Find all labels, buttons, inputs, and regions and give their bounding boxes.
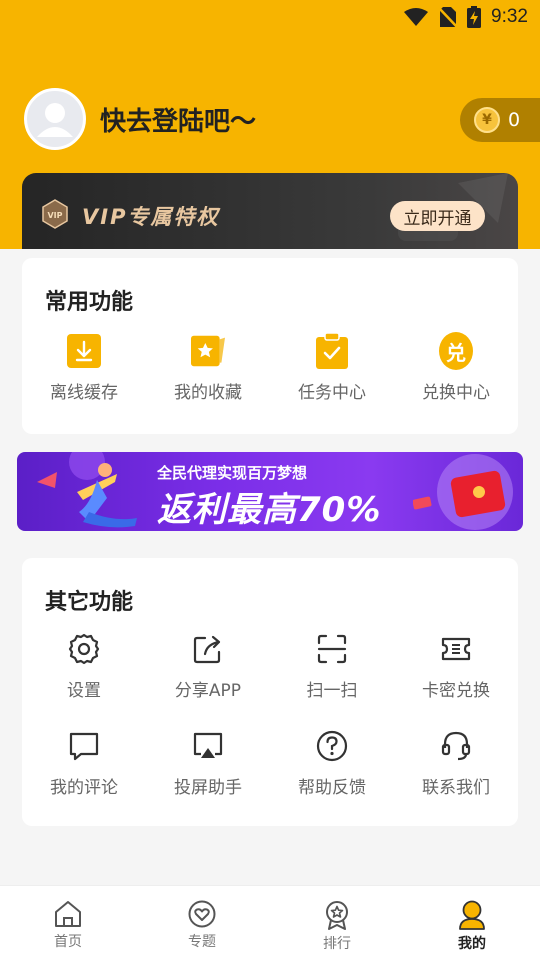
common-functions-card: 常用功能 离线缓存 我的收藏 任务中心 兑 兑换中心	[22, 258, 518, 434]
red-envelope-illustration	[413, 454, 513, 530]
settings-button[interactable]: 设置	[22, 632, 146, 701]
heart-chat-icon	[188, 900, 216, 928]
avatar[interactable]	[24, 88, 86, 150]
star-bookmark-icon	[191, 335, 225, 367]
scan-button[interactable]: 扫一扫	[270, 632, 394, 701]
promo-subtitle: 全民代理实现百万梦想	[157, 464, 308, 482]
home-icon	[55, 901, 81, 927]
status-bar: 9:32	[0, 0, 540, 36]
nav-ranking-label: 排行	[323, 936, 351, 952]
nav-ranking[interactable]: 排行	[297, 900, 377, 953]
screen-cast-button[interactable]: 投屏助手	[146, 729, 270, 798]
download-icon	[67, 334, 101, 368]
promo-figure-illustration	[37, 452, 137, 528]
coin-count: 0	[508, 109, 521, 131]
screen-cast-label: 投屏助手	[174, 778, 242, 798]
user-icon	[459, 900, 485, 930]
promo-banner[interactable]: 全民代理实现百万梦想 返利最高70%	[17, 452, 523, 531]
offline-cache-label: 离线缓存	[50, 383, 118, 403]
my-comments-button[interactable]: 我的评论	[22, 729, 146, 798]
coin-balance[interactable]: ¥ 0	[460, 98, 540, 142]
award-icon	[326, 901, 348, 930]
contact-us-button[interactable]: 联系我们	[394, 729, 518, 798]
battery-charging-icon	[467, 6, 482, 28]
vip-banner[interactable]: VIP VIP专属特权 立即开通	[22, 173, 518, 249]
wifi-icon	[404, 8, 429, 26]
settings-label: 设置	[67, 681, 101, 701]
vip-open-button[interactable]: 立即开通	[390, 201, 485, 231]
profile-login[interactable]: 快去登陆吧～	[24, 88, 256, 150]
vip-badge-icon: VIP	[42, 199, 68, 229]
share-app-button[interactable]: 分享APP	[146, 632, 270, 701]
task-center-button[interactable]: 任务中心	[270, 333, 394, 403]
exchange-center-button[interactable]: 兑 兑换中心	[394, 332, 518, 403]
help-feedback-button[interactable]: 帮助反馈	[270, 729, 394, 798]
vip-badge-text: VIP	[47, 211, 62, 220]
nav-topics-label: 专题	[188, 934, 216, 950]
help-icon	[316, 730, 348, 762]
share-app-label: 分享APP	[174, 681, 242, 701]
login-prompt[interactable]: 快去登陆吧～	[100, 101, 256, 138]
default-avatar-icon	[37, 103, 73, 137]
exchange-icon: 兑	[439, 332, 473, 370]
comment-icon	[69, 732, 99, 761]
nav-topics[interactable]: 专题	[162, 900, 242, 951]
share-icon	[193, 635, 221, 664]
contact-us-label: 联系我们	[422, 778, 490, 798]
headset-icon	[441, 731, 471, 761]
cast-screen-icon	[193, 732, 223, 758]
promo-headline: 返利最高70%	[157, 490, 382, 530]
offline-cache-button[interactable]: 离线缓存	[22, 334, 146, 403]
scan-icon	[317, 634, 347, 664]
nav-home-label: 首页	[54, 934, 82, 950]
vip-title: VIP专属特权	[82, 205, 220, 229]
coin-icon: ¥	[474, 107, 500, 133]
my-favorites-label: 我的收藏	[174, 383, 242, 403]
other-functions-card: 其它功能 设置 分享APP 扫一扫 卡密兑换 我的评论 投屏助手 帮助反馈 联系…	[22, 558, 518, 826]
ticket-icon	[441, 637, 471, 661]
help-feedback-label: 帮助反馈	[298, 778, 366, 798]
bottom-nav: 首页 专题 排行 我的	[0, 885, 540, 960]
task-center-label: 任务中心	[298, 383, 366, 403]
status-time: 9:32	[491, 6, 528, 27]
my-comments-label: 我的评论	[50, 778, 118, 798]
gear-icon	[68, 633, 100, 665]
clipboard-check-icon	[316, 333, 348, 369]
card-redeem-label: 卡密兑换	[422, 681, 490, 701]
my-favorites-button[interactable]: 我的收藏	[146, 334, 270, 403]
exchange-center-label: 兑换中心	[422, 383, 490, 403]
nav-mine-label: 我的	[458, 936, 486, 952]
nav-home[interactable]: 首页	[28, 900, 108, 951]
card-redeem-button[interactable]: 卡密兑换	[394, 632, 518, 701]
other-functions-title: 其它功能	[45, 590, 134, 615]
scan-label: 扫一扫	[306, 681, 358, 701]
common-functions-title: 常用功能	[45, 290, 134, 315]
no-sim-icon	[439, 7, 458, 28]
nav-mine[interactable]: 我的	[432, 900, 512, 953]
